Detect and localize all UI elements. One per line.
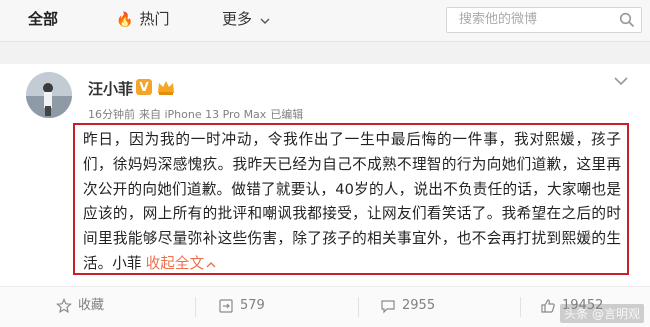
- repost-count: 579: [240, 298, 265, 313]
- chevron-down-icon: [260, 1, 270, 39]
- highlighted-post-content: 昨日，因为我的一时冲动，令我作出了一生中最后悔的一件事，我对熙媛，孩子们，徐妈妈…: [73, 123, 629, 275]
- favorite-label: 收藏: [78, 298, 105, 313]
- chevron-up-icon[interactable]: [206, 253, 216, 278]
- action-divider: [520, 297, 521, 317]
- post-edited[interactable]: 已编辑: [270, 108, 303, 121]
- post-card: 汪小菲 V 16分钟前 来自 iPhone 13 Pro Max 已编辑 昨日，因为…: [0, 64, 650, 327]
- comment-icon: [381, 299, 395, 313]
- favorite-button[interactable]: 收藏: [56, 287, 104, 327]
- post-body: 昨日，因为我的一时冲动，令我作出了一生中最后悔的一件事，我对熙媛，孩子们，徐妈妈…: [83, 131, 621, 272]
- tab-hot-label: 热门: [139, 10, 170, 28]
- search-placeholder: 搜索他的微博: [459, 12, 538, 27]
- post-meta: 16分钟前 来自 iPhone 13 Pro Max 已编辑: [88, 106, 307, 122]
- flame-icon: 🔥: [116, 12, 134, 28]
- post-text: 昨日，因为我的一时冲动，令我作出了一生中最后悔的一件事，我对熙媛，孩子们，徐妈妈…: [83, 128, 621, 278]
- avatar[interactable]: [26, 72, 72, 118]
- star-icon: [56, 297, 72, 313]
- post-action-bar: 收藏 579 2955 19452 头条 @言明观: [0, 286, 650, 327]
- repost-button[interactable]: 579: [218, 287, 265, 327]
- top-tab-bar: 全部 🔥 热门 更多 搜索他的微博: [0, 0, 650, 42]
- repost-icon: [219, 298, 233, 313]
- watermark: 头条 @言明观: [560, 304, 644, 323]
- vip-crown-icon: [158, 81, 174, 95]
- post-source: 来自 iPhone 13 Pro Max: [139, 108, 267, 121]
- post-menu-chevron-icon[interactable]: [614, 76, 628, 86]
- search-input[interactable]: 搜索他的微博: [446, 7, 642, 33]
- author-name[interactable]: 汪小菲: [88, 78, 133, 99]
- comment-count: 2955: [402, 298, 436, 313]
- action-divider: [358, 297, 359, 317]
- post-time[interactable]: 16分钟前: [88, 108, 135, 121]
- search-icon[interactable]: [619, 12, 635, 28]
- action-divider: [195, 297, 196, 317]
- tab-all[interactable]: 全部: [28, 0, 58, 42]
- section-separator: [0, 42, 650, 64]
- tab-more[interactable]: 更多: [222, 0, 270, 42]
- tab-more-label: 更多: [222, 10, 253, 28]
- thumbs-up-icon: [541, 298, 555, 313]
- verified-badge-icon: V: [136, 79, 152, 95]
- tab-hot[interactable]: 🔥 热门: [116, 0, 169, 42]
- collapse-link[interactable]: 收起全文: [146, 255, 205, 272]
- comment-button[interactable]: 2955: [380, 287, 435, 327]
